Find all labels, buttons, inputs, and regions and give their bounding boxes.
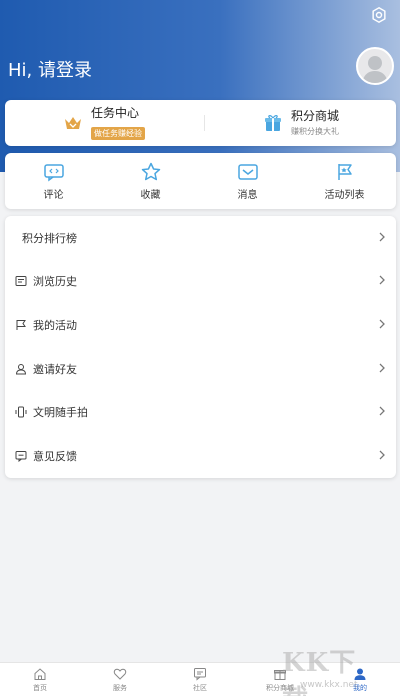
shortcut-label: 消息 xyxy=(237,189,258,201)
points-mall-subtitle: 赚积分换大礼 xyxy=(291,127,339,136)
home-icon xyxy=(34,668,46,680)
menu-list: 积分排行榜 浏览历史 我的活动 邀请好友 文明随手拍 意见反馈 xyxy=(5,216,396,478)
menu-item-points-ranking[interactable]: 积分排行榜 xyxy=(5,216,396,259)
watermark: KK下载 www.kkx.net xyxy=(282,642,382,696)
shortcut-messages[interactable]: 消息 xyxy=(199,153,296,209)
comment-icon xyxy=(43,163,64,181)
message-icon xyxy=(237,163,258,180)
history-icon xyxy=(15,275,27,286)
flag-icon xyxy=(16,319,26,330)
tab-label: 服务 xyxy=(113,684,127,692)
star-icon xyxy=(141,162,160,180)
watermark-url: www.kkx.net xyxy=(300,680,358,690)
flag-icon xyxy=(337,163,352,180)
chat-icon xyxy=(194,668,206,681)
crown-icon xyxy=(65,117,81,129)
menu-item-invite-friends[interactable]: 邀请好友 xyxy=(5,347,396,390)
task-card: 任务中心 做任务赚经验 积分商城 赚积分换大礼 xyxy=(5,100,396,146)
shortcut-favorites[interactable]: 收藏 xyxy=(102,153,199,209)
chevron-right-icon xyxy=(379,275,385,285)
feedback-icon xyxy=(15,450,27,462)
login-prompt[interactable]: Hi, 请登录 xyxy=(8,56,92,82)
menu-item-browse-history[interactable]: 浏览历史 xyxy=(5,259,396,302)
avatar[interactable] xyxy=(356,47,394,85)
chevron-right-icon xyxy=(379,363,385,373)
tab-label: 社区 xyxy=(193,684,207,692)
menu-item-feedback[interactable]: 意见反馈 xyxy=(5,434,396,477)
heart-icon xyxy=(113,668,127,680)
menu-item-label: 浏览历史 xyxy=(33,274,77,288)
shake-icon xyxy=(15,406,27,417)
task-center-tag: 做任务赚经验 xyxy=(91,127,145,140)
chevron-right-icon xyxy=(379,406,385,416)
menu-item-label: 我的活动 xyxy=(33,318,77,332)
menu-item-label: 邀请好友 xyxy=(33,362,77,376)
tab-community[interactable]: 社区 xyxy=(160,663,240,696)
menu-item-label: 积分排行榜 xyxy=(22,231,77,245)
chevron-right-icon xyxy=(379,450,385,460)
tab-service[interactable]: 服务 xyxy=(80,663,160,696)
user-icon xyxy=(15,363,27,374)
shortcut-label: 活动列表 xyxy=(324,189,365,201)
shortcut-label: 收藏 xyxy=(140,189,161,201)
profile-header: Hi, 请登录 xyxy=(0,0,400,172)
points-mall-entry[interactable]: 积分商城 赚积分换大礼 xyxy=(263,100,339,146)
shortcut-label: 评论 xyxy=(43,189,64,201)
task-center-title: 任务中心 xyxy=(91,106,140,120)
shortcut-activities[interactable]: 活动列表 xyxy=(296,153,393,209)
chevron-right-icon xyxy=(379,232,385,242)
gift-icon xyxy=(265,115,281,131)
shortcut-comment[interactable]: 评论 xyxy=(5,153,102,209)
task-center-entry[interactable]: 任务中心 做任务赚经验 xyxy=(63,100,145,146)
default-avatar-icon xyxy=(362,56,388,83)
points-mall-title: 积分商城 xyxy=(291,109,340,123)
shortcut-grid: 评论 收藏 消息 活动列表 xyxy=(5,153,396,209)
menu-item-my-activities[interactable]: 我的活动 xyxy=(5,303,396,346)
settings-icon[interactable] xyxy=(370,6,388,24)
menu-item-label: 意见反馈 xyxy=(33,449,77,463)
divider xyxy=(204,115,205,131)
menu-item-label: 文明随手拍 xyxy=(33,405,88,419)
chevron-right-icon xyxy=(379,319,385,329)
menu-item-civility-snapshot[interactable]: 文明随手拍 xyxy=(5,390,396,433)
tab-home[interactable]: 首页 xyxy=(0,663,80,696)
tab-label: 首页 xyxy=(33,684,47,692)
